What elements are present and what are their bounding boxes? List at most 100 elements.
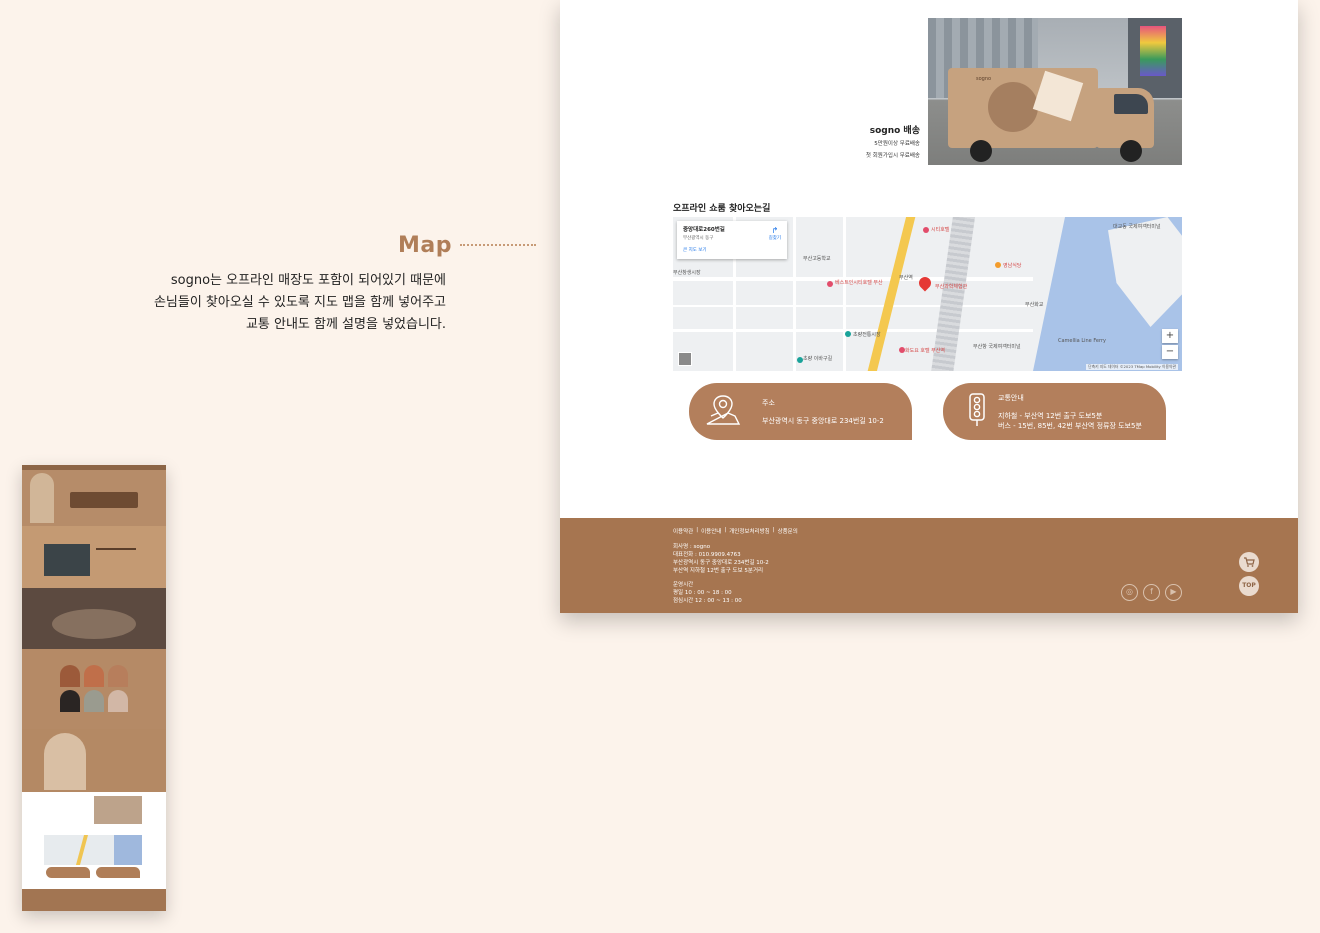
delivery-title: sogno 배송 bbox=[869, 126, 920, 136]
thumb-footer bbox=[22, 889, 166, 911]
showroom-map[interactable]: 시티호텔 부산과학체험관 베스트인시티호텔 부산 부산역 초량전통시장 부산항 … bbox=[673, 217, 1182, 371]
description-line: 손님들이 찾아오실 수 있도록 지도 맵을 함께 넣어주고 bbox=[153, 295, 446, 310]
thumb-pill bbox=[96, 867, 140, 878]
directions-icon: ↱ bbox=[771, 226, 779, 235]
colorful-sign bbox=[1140, 26, 1166, 76]
link-separator: | bbox=[724, 527, 727, 533]
map-road bbox=[843, 217, 846, 371]
dotted-connector bbox=[460, 244, 536, 246]
thumb-table-image bbox=[52, 609, 136, 639]
delivery-truck-photo: sogno bbox=[928, 18, 1182, 165]
company-line: 대표전화 : 010.9909.4763 bbox=[673, 552, 741, 558]
traffic-bus: 버스 - 15번, 85번, 42번 부산역 정류장 도보5분 bbox=[998, 422, 1142, 430]
company-info: 회사명 : sogno 대표전화 : 010.9909.4763 부산광역시 동… bbox=[673, 543, 769, 575]
map-label: 대교동 국제여객터미널 bbox=[1113, 224, 1161, 230]
description-line: sogno는 오프라인 매장도 포함이 되어있기 때문에 bbox=[170, 273, 446, 288]
thumb-arch bbox=[84, 690, 104, 712]
thumb-arch bbox=[84, 665, 104, 687]
company-line: 부산역 지하철 12번 출구 도보 5분거리 bbox=[673, 568, 764, 574]
thumb-truck-image bbox=[94, 796, 142, 824]
map-road bbox=[793, 217, 796, 371]
traffic-light-icon bbox=[969, 393, 985, 426]
map-label: 부산화교 bbox=[1025, 302, 1044, 308]
traffic-subway: 지하철 - 부산역 12번 출구 도보5분 bbox=[998, 412, 1103, 420]
map-label: 초량 이바구길 bbox=[803, 356, 833, 362]
guide-link[interactable]: 이용안내 bbox=[701, 527, 721, 535]
business-hours: 운영시간 평일 10 : 00 ~ 18 : 00 점심시간 12 : 00 ~… bbox=[673, 581, 742, 605]
map-heading: 오프라인 쇼룸 찾아오는길 bbox=[673, 204, 771, 214]
link-separator: | bbox=[696, 527, 699, 533]
truck-wheel bbox=[970, 140, 992, 162]
section-description: sogno는 오프라인 매장도 포함이 되어있기 때문에 손님들이 찾아오실 수… bbox=[26, 270, 446, 336]
truck-brand: sogno bbox=[976, 76, 992, 82]
address-label: 주소 bbox=[762, 399, 775, 407]
privacy-link[interactable]: 개인정보처리방침 bbox=[729, 527, 769, 535]
full-page-thumbnail bbox=[22, 465, 166, 911]
thumb-hero-sign bbox=[70, 492, 138, 508]
map-label: Camellia Line Ferry bbox=[1058, 338, 1106, 344]
thumb-showroom-arch bbox=[44, 733, 86, 790]
company-line: 부산광역시 동구 중앙대로 234번길 10-2 bbox=[673, 560, 769, 566]
map-label: 초량전통시장 bbox=[853, 332, 881, 338]
map-location-icon bbox=[706, 395, 741, 425]
thumb-arch bbox=[108, 690, 128, 712]
map-label: 부산창생시장 bbox=[673, 270, 701, 276]
hours-line: 운영시간 bbox=[673, 582, 694, 588]
hours-line: 평일 10 : 00 ~ 18 : 00 bbox=[673, 590, 732, 596]
map-card-title: 중앙대로260번길 bbox=[683, 227, 725, 233]
map-poi[interactable] bbox=[995, 262, 1001, 268]
thumb-arch bbox=[108, 665, 128, 687]
cart-icon[interactable] bbox=[1239, 552, 1259, 572]
inquiry-link[interactable]: 상품문의 bbox=[778, 527, 798, 535]
address-value: 부산광역시 동구 중앙대로 234번길 10-2 bbox=[762, 417, 884, 425]
instagram-icon[interactable]: ◎ bbox=[1121, 584, 1138, 601]
map-poi[interactable] bbox=[827, 281, 833, 287]
truck-graphic bbox=[988, 82, 1038, 132]
map-poi[interactable] bbox=[899, 347, 905, 353]
map-attribution: 단축키 지도 데이터 ©2023 TMap Mobility 이용약관 bbox=[1086, 364, 1178, 370]
description-line: 교통 안내도 함께 설명을 넣었습니다. bbox=[245, 317, 446, 332]
map-label: 부산항 국제여객터미널 bbox=[973, 344, 1021, 350]
map-poi[interactable] bbox=[923, 227, 929, 233]
map-label: 부산역 bbox=[899, 275, 913, 281]
traffic-card: 교통안내 지하철 - 부산역 12번 출구 도보5분 버스 - 15번, 85번… bbox=[943, 383, 1166, 440]
satellite-toggle[interactable] bbox=[678, 352, 692, 366]
page-mockup: sogno sogno 배송 5만원이상 무료배송 첫 회원가입시 무료배송 오… bbox=[560, 0, 1298, 613]
thumb-hero-lamp bbox=[30, 473, 54, 523]
footer-links: 이용약관 | 이용안내 | 개인정보처리방침 | 상품문의 bbox=[673, 527, 798, 535]
map-info-card: 중앙대로260번길 부산광역시 동구 큰 지도 보기 ↱ 길찾기 bbox=[677, 221, 787, 259]
delivery-info: 첫 회원가입시 무료배송 bbox=[865, 153, 920, 159]
thumb-map-sea bbox=[114, 835, 142, 865]
thumb-pill bbox=[46, 867, 90, 878]
zoom-out-button[interactable]: − bbox=[1162, 345, 1178, 359]
thumb-about-image bbox=[44, 544, 90, 576]
facebook-icon[interactable]: f bbox=[1143, 584, 1160, 601]
link-separator: | bbox=[772, 527, 775, 533]
map-card-subtitle: 부산광역시 동구 bbox=[683, 236, 714, 241]
zoom-in-button[interactable]: + bbox=[1162, 329, 1178, 343]
terms-link[interactable]: 이용약관 bbox=[673, 527, 693, 535]
map-road bbox=[673, 305, 1033, 307]
company-line: 회사명 : sogno bbox=[673, 544, 711, 550]
map-label: 시티호텔 bbox=[931, 227, 950, 233]
site-footer: 이용약관 | 이용안내 | 개인정보처리방침 | 상품문의 회사명 : sogn… bbox=[560, 518, 1298, 613]
directions-label: 길찾기 bbox=[768, 236, 781, 241]
youtube-icon[interactable]: ▶ bbox=[1165, 584, 1182, 601]
thumb-section-colors bbox=[22, 649, 166, 729]
larger-map-link[interactable]: 큰 지도 보기 bbox=[683, 247, 781, 253]
traffic-label: 교통안내 bbox=[998, 394, 1024, 402]
thumb-arch bbox=[60, 665, 80, 687]
section-title: Map bbox=[398, 233, 452, 258]
truck-window bbox=[1114, 94, 1148, 114]
map-poi[interactable] bbox=[845, 331, 851, 337]
directions-button[interactable]: ↱ 길찾기 bbox=[769, 226, 781, 241]
thumb-arch bbox=[60, 690, 80, 712]
truck-wheel bbox=[1120, 140, 1142, 162]
map-label: 베스트인시티호텔 부산 bbox=[835, 280, 883, 286]
scroll-top-button[interactable]: TOP bbox=[1239, 576, 1259, 596]
hours-line: 점심시간 12 : 00 ~ 13 : 00 bbox=[673, 598, 742, 604]
thumb-about-text bbox=[96, 548, 136, 566]
map-poi[interactable] bbox=[797, 357, 803, 363]
map-label: 부산고등학교 bbox=[803, 256, 831, 262]
delivery-info: 5만원이상 무료배송 bbox=[874, 141, 920, 147]
